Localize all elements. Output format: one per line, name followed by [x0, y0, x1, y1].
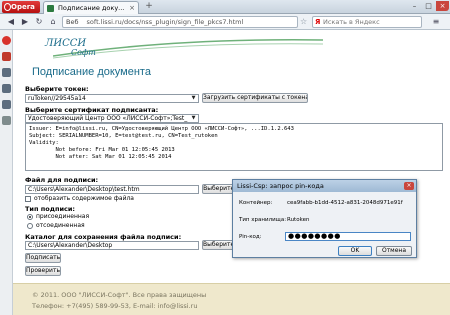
cancel-button[interactable]: Отмена — [376, 246, 412, 256]
chevron-down-icon: ▼ — [191, 115, 196, 121]
storage-type-label: Тип хранилища: — [239, 217, 287, 223]
address-field[interactable]: Веб soft.lissi.ru/docs/nss_plugin/sign_f… — [62, 16, 298, 28]
site-logo[interactable]: ЛИССИ Софт — [45, 38, 105, 58]
certificate-select-value: Удостоверяющий Центр ООО «ЛИССИ-Софт»;Te… — [28, 115, 188, 122]
container-label: Контейнер: — [239, 200, 273, 206]
web-page: ЛИССИ Софт Подписание документа Выберите… — [13, 30, 450, 315]
pin-dialog-title-text: Lissi-Csp: запрос pin-кода — [237, 182, 324, 190]
file-label: Файл для подписи: — [25, 176, 99, 184]
container-value: cea9fabb-b1dd-4512-a831-2048d971e91f — [287, 200, 403, 206]
page-footer: © 2011. ООО "ЛИССИ-Софт". Все права защи… — [13, 283, 450, 315]
opera-label: Opera — [11, 3, 35, 11]
page-title: Подписание документа — [32, 66, 151, 78]
back-icon[interactable]: ◀ — [6, 17, 16, 27]
browser-menu-icon[interactable]: ≡ — [428, 16, 444, 28]
chevron-down-icon: ▼ — [191, 95, 196, 101]
tab-close-icon[interactable]: × — [129, 2, 135, 14]
certificate-label: Выберите сертификат подписанта: — [25, 106, 159, 114]
footer-copyright: © 2011. ООО "ЛИССИ-Софт". Все права защи… — [32, 291, 207, 299]
sign-type-label: Тип подписи: — [25, 205, 76, 213]
load-certificates-button[interactable]: Загрузить сертификаты с токена — [202, 93, 308, 103]
pin-input[interactable]: ●●●●●●●● — [285, 232, 411, 241]
certificate-details: Issuer: E=info@lissi.ru, CN=Удостоверяющ… — [25, 123, 443, 171]
ok-button[interactable]: OK — [338, 246, 372, 256]
close-icon[interactable]: × — [404, 182, 414, 190]
detached-radio-label: отсоединенная — [36, 222, 85, 229]
opera-logo-icon — [4, 3, 11, 11]
attached-radio[interactable] — [27, 214, 33, 220]
folder-path-field[interactable]: C:\Users\Alexander\Desktop — [25, 241, 199, 250]
opera-menu-button[interactable]: Opera — [2, 1, 40, 13]
notes-icon[interactable] — [2, 84, 11, 93]
search-field[interactable]: Я Искать в Яндекс — [312, 16, 422, 28]
browser-sidebar — [0, 30, 13, 315]
window-close-button[interactable]: × — [436, 1, 449, 11]
cert-line-subject: Subject: SERIALNUMBER=10, E=test@test.ru… — [29, 133, 218, 139]
tab-title: Подписание доку... — [58, 4, 125, 12]
footer-contacts: Телефон: +7(495) 589-99-53, E-mail: info… — [32, 302, 198, 310]
cert-line-issuer: Issuer: E=info@lissi.ru, CN=Удостоверяющ… — [29, 126, 294, 132]
cert-line-validity: Validity: — [29, 140, 59, 146]
verify-button[interactable]: Проверить — [25, 266, 61, 276]
cert-line-not-before: Not before: Fri Mar 01 12:05:45 2013 — [29, 147, 175, 153]
show-content-label: отобразить содержимое файла — [34, 195, 134, 202]
pin-label: Pin-код: — [239, 234, 262, 240]
token-label: Выберите токен: — [25, 85, 89, 93]
search-placeholder: Искать в Яндекс — [323, 18, 380, 26]
opera-speed-dial-icon[interactable] — [2, 36, 11, 45]
token-select[interactable]: ruToken//29545a14 ▼ — [25, 94, 199, 103]
address-toolbar: ◀ ▶ ↻ ⌂ Веб soft.lissi.ru/docs/nss_plugi… — [0, 14, 450, 30]
window-maximize-button[interactable]: □ — [422, 1, 435, 11]
sign-button[interactable]: Подписать — [25, 253, 61, 263]
history-icon[interactable] — [2, 116, 11, 125]
window-minimize-button[interactable]: – — [408, 1, 421, 11]
bookmarks-icon[interactable] — [2, 52, 11, 61]
url-prefix: Веб — [66, 18, 79, 26]
folder-label: Каталог для сохранения файла подписи: — [25, 233, 182, 241]
home-icon[interactable]: ⌂ — [48, 17, 58, 27]
tab-favicon-icon — [47, 5, 54, 12]
detached-radio[interactable] — [27, 223, 33, 229]
storage-type-value: Rutoken — [287, 217, 310, 223]
token-select-value: ruToken//29545a14 — [28, 95, 86, 102]
logo-sub-text: Софт — [71, 48, 96, 57]
yandex-icon: Я — [315, 18, 321, 26]
pin-dialog-title: Lissi-Csp: запрос pin-кода × — [233, 180, 416, 192]
new-tab-button[interactable]: + — [143, 2, 155, 12]
forward-icon[interactable]: ▶ — [20, 17, 30, 27]
downloads-icon[interactable] — [2, 100, 11, 109]
reload-icon[interactable]: ↻ — [34, 17, 44, 27]
url-text: soft.lissi.ru/docs/nss_plugin/sign_file_… — [86, 18, 244, 26]
cert-line-not-after: Not after: Sat Mar 01 12:05:45 2014 — [29, 154, 172, 160]
mail-icon[interactable] — [2, 68, 11, 77]
browser-tab[interactable]: Подписание доку... × — [43, 1, 139, 14]
show-content-checkbox[interactable] — [25, 196, 31, 202]
certificate-select[interactable]: Удостоверяющий Центр ООО «ЛИССИ-Софт»;Te… — [25, 114, 199, 123]
bookmark-star-icon[interactable]: ☆ — [300, 17, 309, 27]
file-path-field[interactable]: C:\Users\Alexander\Desktop\test.htm — [25, 185, 199, 194]
attached-radio-label: присоединенная — [36, 213, 90, 220]
pin-dialog: Lissi-Csp: запрос pin-кода × Контейнер: … — [232, 179, 417, 258]
browser-titlebar: Opera Подписание доку... × + – □ × — [0, 0, 450, 14]
